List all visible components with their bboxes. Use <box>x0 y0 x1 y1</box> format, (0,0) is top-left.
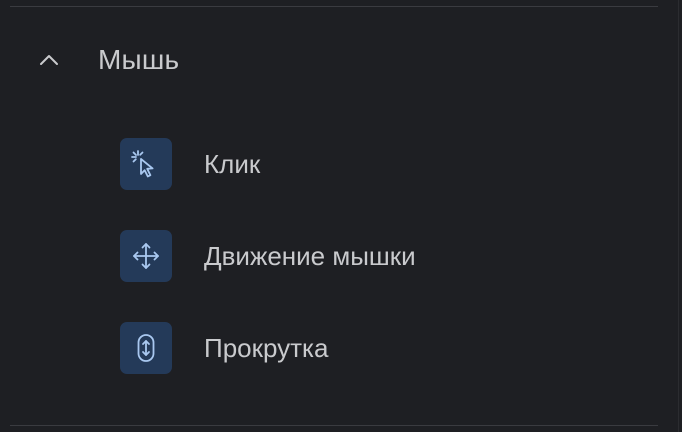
action-item-mouse-move[interactable]: Движение мышки <box>120 230 416 282</box>
top-divider <box>10 6 658 7</box>
section-title: Мышь <box>98 44 180 75</box>
action-item-click[interactable]: Клик <box>120 138 416 190</box>
chevron-up-icon[interactable] <box>24 48 76 72</box>
action-item-scroll[interactable]: Прокрутка <box>120 322 416 374</box>
panel-edge <box>678 0 679 432</box>
action-item-label: Прокрутка <box>204 332 329 363</box>
move-arrows-icon <box>120 230 172 282</box>
section-header-mouse[interactable]: Мышь <box>24 32 644 88</box>
action-item-label: Движение мышки <box>204 240 416 271</box>
scroll-wheel-icon <box>120 322 172 374</box>
bottom-divider <box>10 425 658 426</box>
action-item-label: Клик <box>204 148 261 179</box>
click-cursor-icon <box>120 138 172 190</box>
mouse-actions-list: Клик Движение мышки Прокрутка <box>120 138 416 374</box>
